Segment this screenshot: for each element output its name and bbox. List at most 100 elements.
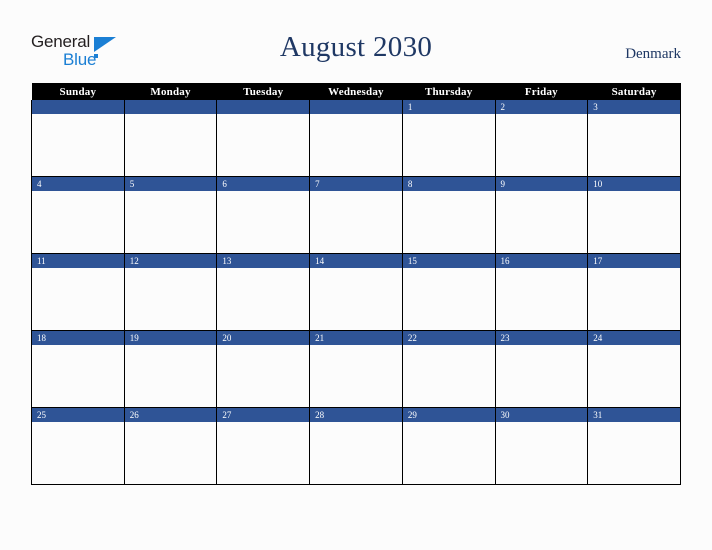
day-events-area[interactable] — [588, 114, 680, 176]
calendar-day-cell[interactable]: 19 — [123, 330, 218, 408]
day-events-area[interactable] — [32, 268, 124, 330]
day-events-area[interactable] — [495, 345, 588, 407]
weekday-header-row: Sunday Monday Tuesday Wednesday Thursday… — [31, 83, 681, 100]
calendar-day-cell[interactable]: 20 — [216, 330, 311, 408]
day-number: 22 — [402, 331, 495, 345]
calendar-day-cell[interactable]: 12 — [123, 253, 218, 331]
calendar-day-cell[interactable]: 16 — [494, 253, 589, 331]
day-number: 31 — [588, 408, 680, 422]
weekday-header-monday: Monday — [124, 83, 217, 100]
day-number: 4 — [32, 177, 124, 191]
calendar-day-cell[interactable]: 9 — [494, 176, 589, 254]
calendar-day-cell[interactable]: 28 — [309, 407, 403, 485]
day-number: 15 — [402, 254, 495, 268]
weekday-header-sunday: Sunday — [31, 83, 125, 100]
day-events-area[interactable] — [124, 268, 217, 330]
day-number: 25 — [32, 408, 124, 422]
day-events-area[interactable] — [402, 114, 495, 176]
day-events-area[interactable] — [588, 191, 680, 253]
calendar-week-row: 1 2 3 — [31, 100, 681, 177]
day-events-area[interactable] — [310, 268, 402, 330]
day-number: 16 — [495, 254, 588, 268]
day-number: 28 — [310, 408, 402, 422]
calendar-day-cell[interactable]: 8 — [401, 176, 496, 254]
calendar-week-row: 4 5 6 7 8 9 10 — [31, 176, 681, 254]
calendar-day-cell[interactable]: 7 — [309, 176, 403, 254]
day-events-area[interactable] — [124, 191, 217, 253]
calendar-day-cell[interactable]: 17 — [587, 253, 681, 331]
calendar-day-cell[interactable]: 10 — [587, 176, 681, 254]
day-events-area[interactable] — [402, 345, 495, 407]
day-number — [32, 100, 124, 114]
day-number: 27 — [217, 408, 310, 422]
day-events-area[interactable] — [588, 268, 680, 330]
calendar-day-cell[interactable]: 5 — [123, 176, 218, 254]
calendar-day-cell[interactable]: 2 — [494, 100, 589, 177]
calendar-day-cell[interactable]: 22 — [401, 330, 496, 408]
calendar-day-cell[interactable] — [31, 100, 125, 177]
calendar-day-cell[interactable]: 21 — [309, 330, 403, 408]
page-title: August 2030 — [279, 31, 433, 63]
day-events-area[interactable] — [495, 114, 588, 176]
day-events-area[interactable] — [217, 345, 310, 407]
calendar-day-cell[interactable]: 14 — [309, 253, 403, 331]
day-events-area[interactable] — [124, 114, 217, 176]
calendar-day-cell[interactable]: 6 — [216, 176, 311, 254]
calendar-day-cell[interactable]: 3 — [587, 100, 681, 177]
day-events-area[interactable] — [217, 422, 310, 484]
calendar-day-cell[interactable]: 23 — [494, 330, 589, 408]
day-events-area[interactable] — [402, 191, 495, 253]
calendar-day-cell[interactable] — [309, 100, 403, 177]
day-number: 14 — [310, 254, 402, 268]
calendar-day-cell[interactable]: 30 — [494, 407, 589, 485]
calendar-day-cell[interactable]: 13 — [216, 253, 311, 331]
day-events-area[interactable] — [32, 422, 124, 484]
calendar-day-cell[interactable]: 4 — [31, 176, 125, 254]
day-events-area[interactable] — [310, 422, 402, 484]
calendar-page: General Blue August 2030 Denmark Sunday … — [0, 0, 712, 550]
calendar-day-cell[interactable]: 18 — [31, 330, 125, 408]
day-events-area[interactable] — [310, 114, 402, 176]
day-number: 6 — [217, 177, 310, 191]
calendar-week-row: 18 19 20 21 22 23 24 — [31, 330, 681, 408]
day-events-area[interactable] — [32, 345, 124, 407]
day-number — [310, 100, 402, 114]
calendar-day-cell[interactable]: 26 — [123, 407, 218, 485]
day-events-area[interactable] — [495, 268, 588, 330]
day-number — [124, 100, 217, 114]
weekday-header-wednesday: Wednesday — [309, 83, 403, 100]
day-number: 13 — [217, 254, 310, 268]
day-events-area[interactable] — [32, 191, 124, 253]
day-number: 30 — [495, 408, 588, 422]
weekday-header-tuesday: Tuesday — [216, 83, 310, 100]
calendar-day-cell[interactable]: 15 — [401, 253, 496, 331]
day-events-area[interactable] — [310, 345, 402, 407]
day-events-area[interactable] — [217, 114, 310, 176]
day-number: 18 — [32, 331, 124, 345]
day-events-area[interactable] — [124, 345, 217, 407]
day-events-area[interactable] — [495, 422, 588, 484]
day-number: 17 — [588, 254, 680, 268]
calendar-day-cell[interactable]: 11 — [31, 253, 125, 331]
day-events-area[interactable] — [124, 422, 217, 484]
day-events-area[interactable] — [588, 345, 680, 407]
calendar-day-cell[interactable] — [123, 100, 218, 177]
calendar-day-cell[interactable]: 31 — [587, 407, 681, 485]
calendar-day-cell[interactable]: 24 — [587, 330, 681, 408]
day-events-area[interactable] — [217, 268, 310, 330]
day-events-area[interactable] — [495, 191, 588, 253]
day-events-area[interactable] — [402, 268, 495, 330]
day-events-area[interactable] — [217, 191, 310, 253]
calendar-day-cell[interactable]: 25 — [31, 407, 125, 485]
calendar-day-cell[interactable]: 29 — [401, 407, 496, 485]
day-events-area[interactable] — [32, 114, 124, 176]
page-header: General Blue August 2030 Denmark — [31, 28, 681, 78]
day-events-area[interactable] — [310, 191, 402, 253]
day-number: 19 — [124, 331, 217, 345]
calendar-day-cell[interactable] — [216, 100, 311, 177]
day-number: 12 — [124, 254, 217, 268]
calendar-day-cell[interactable]: 27 — [216, 407, 311, 485]
calendar-day-cell[interactable]: 1 — [401, 100, 496, 177]
day-events-area[interactable] — [588, 422, 680, 484]
day-events-area[interactable] — [402, 422, 495, 484]
